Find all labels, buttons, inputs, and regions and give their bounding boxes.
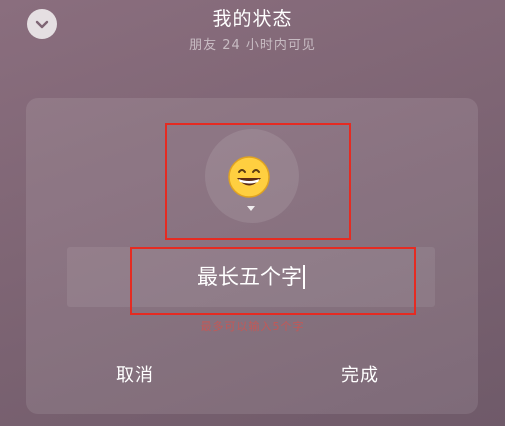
annotation-box-emoji [165,123,351,240]
annotation-box-input [130,247,416,315]
done-button[interactable]: 完成 [341,361,379,387]
page-title: 我的状态 [212,8,293,30]
char-limit-hint: 最多可以输入5个字 [200,320,305,333]
cancel-button[interactable]: 取消 [116,361,154,387]
visibility-subtitle: 朋友 24 小时内可见 [189,38,316,53]
